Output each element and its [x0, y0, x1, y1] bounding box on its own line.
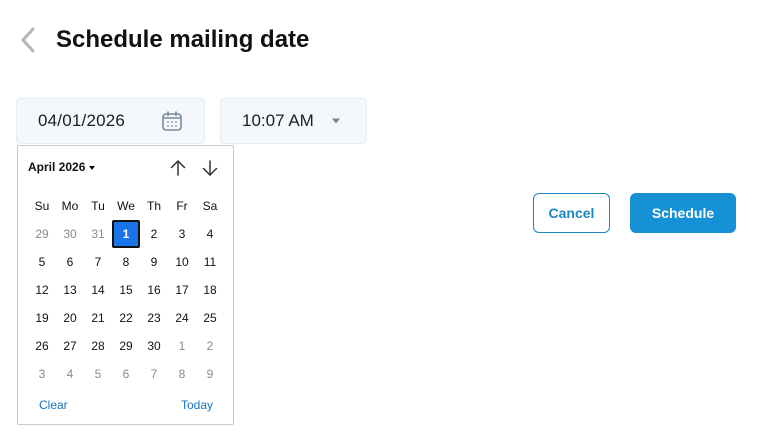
day-cell[interactable]: 6 [56, 248, 84, 276]
datepicker-popup: April 2026 Su Mo Tu We Th Fr Sa 29 30 31 1 2… [17, 145, 234, 425]
day-cell[interactable]: 3 [168, 220, 196, 248]
day-cell[interactable]: 8 [112, 248, 140, 276]
weekday-label: We [117, 199, 135, 213]
day-cell[interactable]: 10 [168, 248, 196, 276]
weekday-label: Mo [61, 199, 79, 213]
time-value[interactable]: 10:07 AM [242, 111, 314, 131]
day-cell[interactable]: 20 [56, 304, 84, 332]
day-cell[interactable]: 2 [140, 220, 168, 248]
month-label[interactable]: April 2026 [28, 160, 85, 174]
weekday-label: Sa [202, 199, 218, 213]
day-cell[interactable]: 19 [28, 304, 56, 332]
day-cell[interactable]: 25 [196, 304, 224, 332]
day-cell[interactable]: 16 [140, 276, 168, 304]
day-cell[interactable]: 9 [140, 248, 168, 276]
day-cell[interactable]: 13 [56, 276, 84, 304]
day-cell[interactable]: 5 [28, 248, 56, 276]
day-cell[interactable]: 31 [84, 220, 112, 248]
day-cell[interactable]: 14 [84, 276, 112, 304]
date-field[interactable]: 04/01/2026 [16, 98, 205, 144]
time-select[interactable]: 10:07 AM [220, 98, 367, 144]
day-cell[interactable]: 8 [168, 360, 196, 388]
day-cell[interactable]: 22 [112, 304, 140, 332]
day-cell[interactable]: 5 [84, 360, 112, 388]
caret-down-icon[interactable] [331, 117, 341, 125]
day-cell[interactable]: 11 [196, 248, 224, 276]
day-cell[interactable]: 4 [56, 360, 84, 388]
page-title: Schedule mailing date [56, 26, 310, 53]
day-cell[interactable]: 4 [196, 220, 224, 248]
day-cell[interactable]: 27 [56, 332, 84, 360]
day-cell[interactable]: 7 [84, 248, 112, 276]
day-cell[interactable]: 2 [196, 332, 224, 360]
month-year-selector[interactable]: April 2026 [28, 160, 96, 174]
day-grid: 29 30 31 1 2 3 4 5 6 7 8 9 10 11 12 13 14 15 16 17 18 19 20 21 2… [28, 220, 224, 388]
caret-down-icon [89, 165, 96, 170]
day-cell[interactable]: 17 [168, 276, 196, 304]
day-cell[interactable]: 15 [112, 276, 140, 304]
back-button[interactable] [14, 26, 42, 54]
day-cell-selected[interactable]: 1 [112, 220, 140, 248]
schedule-button[interactable]: Schedule [630, 193, 736, 233]
day-cell[interactable]: 7 [140, 360, 168, 388]
day-cell[interactable]: 6 [112, 360, 140, 388]
weekday-label: Su [34, 199, 50, 213]
today-button[interactable]: Today [181, 398, 213, 412]
cancel-button[interactable]: Cancel [533, 193, 610, 233]
chevron-left-icon [21, 27, 35, 53]
weekday-label: Fr [176, 199, 188, 213]
clear-button[interactable]: Clear [39, 398, 68, 412]
day-cell[interactable]: 29 [112, 332, 140, 360]
weekday-label: Th [146, 199, 161, 213]
day-cell[interactable]: 9 [196, 360, 224, 388]
datepicker-footer: Clear Today [18, 398, 233, 414]
day-cell[interactable]: 21 [84, 304, 112, 332]
day-cell[interactable]: 30 [140, 332, 168, 360]
day-cell[interactable]: 3 [28, 360, 56, 388]
day-cell[interactable]: 28 [84, 332, 112, 360]
weekday-header: Su Mo Tu We Th Fr Sa [28, 198, 224, 214]
arrow-up-icon[interactable] [168, 158, 188, 178]
day-cell[interactable]: 18 [196, 276, 224, 304]
day-cell[interactable]: 30 [56, 220, 84, 248]
calendar-icon[interactable] [160, 109, 184, 133]
day-cell[interactable]: 24 [168, 304, 196, 332]
day-cell[interactable]: 26 [28, 332, 56, 360]
day-cell[interactable]: 1 [168, 332, 196, 360]
weekday-label: Tu [91, 199, 105, 213]
date-value[interactable]: 04/01/2026 [38, 111, 125, 131]
day-cell[interactable]: 23 [140, 304, 168, 332]
arrow-down-icon[interactable] [200, 158, 220, 178]
day-cell[interactable]: 12 [28, 276, 56, 304]
day-cell[interactable]: 29 [28, 220, 56, 248]
